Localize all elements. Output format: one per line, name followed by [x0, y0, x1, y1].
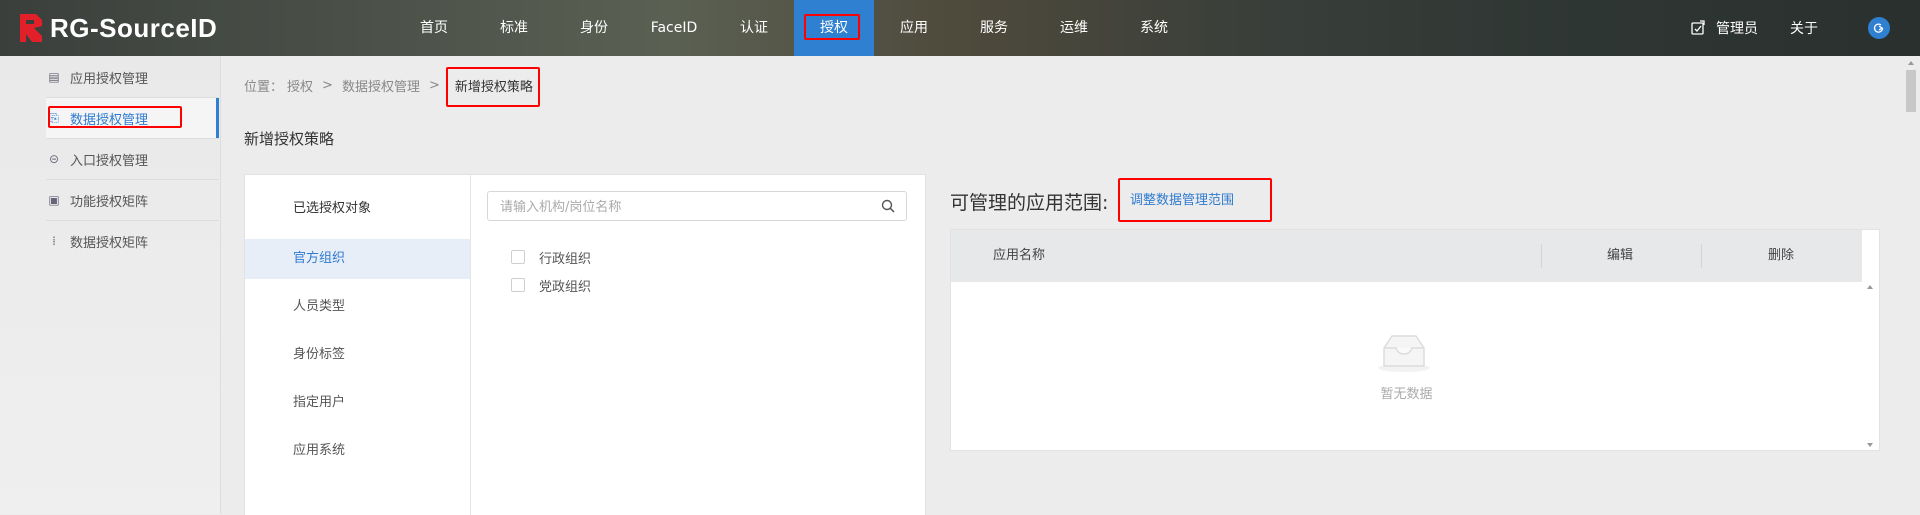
- nav-label: 服务: [980, 20, 1008, 36]
- nav-item-authentication[interactable]: 认证: [714, 0, 794, 56]
- top-right-actions: 管理员 关于: [1690, 0, 1920, 56]
- tab-specified-user[interactable]: 指定用户: [245, 383, 470, 423]
- table-scrollbar[interactable]: [1861, 282, 1879, 450]
- search-input[interactable]: [488, 192, 872, 222]
- breadcrumb-prefix: 位置：: [244, 79, 284, 95]
- checkbox[interactable]: [511, 278, 525, 292]
- column-header-app-name: 应用名称: [993, 248, 1046, 263]
- authorization-object-panel: 已选授权对象 官方组织 人员类型 身份标签 指定用户 应用系统 行政组织 党政组…: [244, 174, 926, 515]
- admin-menu[interactable]: 管理员: [1690, 18, 1758, 38]
- search-box: [487, 191, 907, 222]
- breadcrumb-item-authorization[interactable]: 授权: [287, 76, 313, 95]
- about-label: 关于: [1790, 21, 1818, 37]
- logo-mark-icon: [20, 14, 42, 42]
- tab-personnel-type[interactable]: 人员类型: [245, 287, 470, 327]
- nav-item-application[interactable]: 应用: [874, 0, 954, 56]
- selected-objects-header: 已选授权对象: [293, 201, 372, 216]
- nav-item-service[interactable]: 服务: [954, 0, 1034, 56]
- sidebar-item-data-matrix[interactable]: ⁞ 数据授权矩阵: [46, 221, 219, 261]
- nav-label: 系统: [1140, 20, 1168, 36]
- sidebar-item-label: 功能授权矩阵: [70, 194, 149, 210]
- tab-label: 应用系统: [293, 443, 346, 458]
- nav-item-home[interactable]: 首页: [394, 0, 474, 56]
- sidebar-item-app-auth[interactable]: ▤ 应用授权管理: [46, 57, 219, 97]
- empty-inbox-icon: [1378, 335, 1430, 372]
- tab-official-org[interactable]: 官方组织: [245, 239, 470, 279]
- sidebar-item-entry-auth[interactable]: ⊝ 入口授权管理: [46, 139, 219, 179]
- function-matrix-icon: ▣: [48, 193, 60, 207]
- option-admin-org[interactable]: 行政组织: [511, 247, 591, 267]
- tab-label: 身份标签: [293, 347, 346, 362]
- nav-item-identity[interactable]: 身份: [554, 0, 634, 56]
- admin-icon: [1691, 20, 1705, 35]
- page-title: 新增授权策略: [244, 130, 335, 148]
- option-label: 行政组织: [539, 251, 592, 267]
- nav-item-system[interactable]: 系统: [1114, 0, 1194, 56]
- nav-label: 标准: [500, 20, 528, 36]
- nav-label: 身份: [580, 20, 608, 36]
- nav-label: 运维: [1060, 20, 1088, 36]
- option-party-org[interactable]: 党政组织: [511, 275, 591, 295]
- breadcrumb-current: 新增授权策略: [445, 66, 540, 107]
- nav-label: FaceID: [650, 20, 698, 36]
- breadcrumb: 位置： 授权 > 数据授权管理 > 新增授权策略: [244, 66, 540, 107]
- tab-identity-tag[interactable]: 身份标签: [245, 335, 470, 375]
- breadcrumb-separator: >: [322, 77, 333, 93]
- sidebar-item-function-matrix[interactable]: ▣ 功能授权矩阵: [46, 180, 219, 220]
- breadcrumb-separator: >: [428, 77, 440, 93]
- sidebar-item-label: 入口授权管理: [70, 153, 149, 169]
- logout-icon[interactable]: [1868, 17, 1890, 39]
- option-label: 党政组织: [539, 279, 592, 295]
- data-matrix-icon: ⁞: [52, 234, 56, 248]
- sidebar: ▤ 应用授权管理 ⎘ 数据授权管理 ⊝ 入口授权管理 ▣ 功能授权矩阵 ⁞ 数据…: [0, 56, 221, 514]
- logo-text: RG-SourceID: [50, 12, 218, 43]
- divider: [1701, 244, 1702, 268]
- logo[interactable]: RG-SourceID: [18, 11, 217, 45]
- tab-label: 人员类型: [293, 299, 346, 314]
- highlight-box: [1118, 178, 1272, 222]
- highlight-box: [804, 14, 860, 40]
- nav-item-faceid[interactable]: FaceID: [634, 0, 714, 56]
- scope-title: 可管理的应用范围:: [950, 192, 1109, 214]
- nav-label: 首页: [420, 20, 448, 36]
- nav-item-operations[interactable]: 运维: [1034, 0, 1114, 56]
- breadcrumb-item-data-auth[interactable]: 数据授权管理: [342, 76, 420, 95]
- sidebar-item-label: 应用授权管理: [70, 71, 149, 87]
- search-icon[interactable]: [880, 198, 896, 214]
- table-header: 应用名称 编辑 删除: [951, 230, 1862, 282]
- sidebar-item-label: 数据授权矩阵: [70, 235, 149, 251]
- column-header-edit: 编辑: [1607, 248, 1634, 263]
- nav-item-authorization[interactable]: 授权: [794, 0, 874, 56]
- admin-label: 管理员: [1716, 21, 1758, 37]
- nav-item-standard[interactable]: 标准: [474, 0, 554, 56]
- nav-label: 应用: [900, 20, 928, 36]
- column-header-delete: 删除: [1768, 248, 1795, 263]
- empty-text: 暂无数据: [1380, 387, 1433, 402]
- app-auth-icon: ▤: [48, 70, 60, 84]
- main-content: 位置： 授权 > 数据授权管理 > 新增授权策略 新增授权策略 已选授权对象 官…: [222, 56, 1920, 515]
- checkbox[interactable]: [511, 250, 525, 264]
- entry-auth-icon: ⊝: [48, 152, 60, 166]
- page-scrollbar[interactable]: [1904, 56, 1918, 514]
- tab-label: 官方组织: [293, 251, 346, 266]
- divider: [1541, 244, 1542, 268]
- power-icon: [1873, 23, 1884, 33]
- object-list: 行政组织 党政组织: [471, 175, 925, 515]
- top-navbar: RG-SourceID 首页 标准 身份 FaceID 认证 授权 应用 服务 …: [0, 0, 1920, 56]
- highlight-box: [48, 106, 182, 128]
- object-type-tabs: 已选授权对象 官方组织 人员类型 身份标签 指定用户 应用系统: [245, 175, 471, 515]
- highlight-box: [445, 66, 540, 107]
- app-scope-table: 应用名称 编辑 删除 暂无数据: [950, 229, 1880, 451]
- about-link[interactable]: 关于: [1790, 18, 1818, 38]
- nav-label: 认证: [740, 20, 768, 36]
- tab-application-system[interactable]: 应用系统: [245, 431, 470, 471]
- tab-label: 指定用户: [293, 395, 346, 410]
- main-nav: 首页 标准 身份 FaceID 认证 授权 应用 服务 运维 系统: [394, 0, 1194, 56]
